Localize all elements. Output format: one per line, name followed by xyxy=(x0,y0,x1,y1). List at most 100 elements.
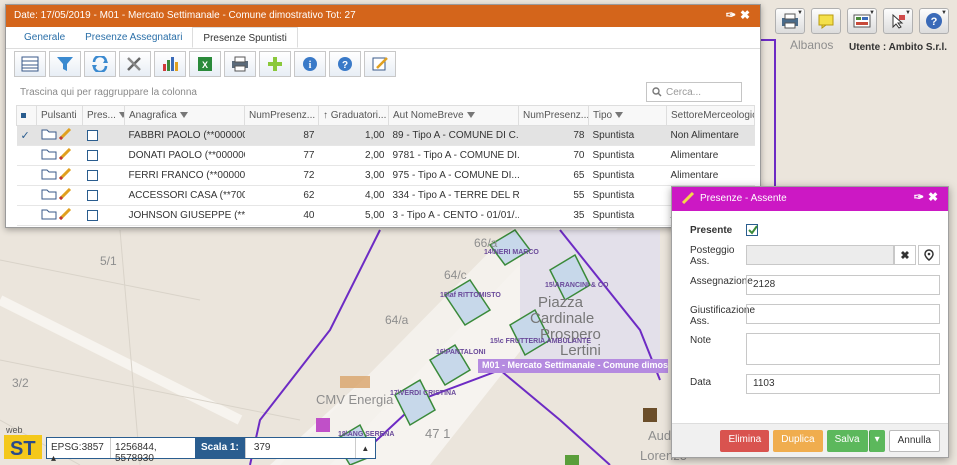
column-header[interactable]: NumPresenz... xyxy=(518,105,589,126)
pin-icon[interactable]: ✑ xyxy=(726,8,740,22)
close-icon[interactable]: ✖ xyxy=(928,190,942,204)
posteggio-label: Posteggio Ass. xyxy=(690,245,735,267)
print-icon[interactable] xyxy=(224,51,256,77)
select-all-header[interactable] xyxy=(16,105,37,126)
table-row[interactable]: FERRI FRANCO (**0000000...723,00975 - Ti… xyxy=(16,165,755,186)
group-hint: Trascina qui per raggruppare la colonna xyxy=(20,86,197,98)
column-header[interactable]: SettoreMerceologico xyxy=(666,105,755,126)
presente-checkbox[interactable] xyxy=(86,209,98,221)
svg-text:i: i xyxy=(309,60,312,71)
assegnazione-field[interactable]: 2128 xyxy=(746,275,940,295)
filter-icon[interactable] xyxy=(49,51,81,77)
tab-presenze-assegnatari[interactable]: Presenze Assegnatari xyxy=(75,27,192,48)
pointer-tool-icon[interactable]: ▼ xyxy=(883,8,913,34)
table-row[interactable]: JOHNSON GIUSEPPE (**000...405,003 - Tipo… xyxy=(16,205,755,226)
num-presenze-2-cell: 78 xyxy=(518,125,589,146)
place-label: 64/a xyxy=(385,313,409,327)
stall-label[interactable]: 17\VERDI CRISTINA xyxy=(390,390,456,397)
tipo-cell: Spuntista xyxy=(588,125,667,146)
dialog-titlebar[interactable]: Presenze - Assente ✑✖ xyxy=(672,187,948,211)
grid-view-icon[interactable] xyxy=(14,51,46,77)
layers-icon[interactable]: ▼ xyxy=(847,8,877,34)
aut-nomebreve-cell: 9781 - Tipo A - COMUNE DI... xyxy=(388,145,519,166)
help-icon[interactable]: ? ▼ xyxy=(919,8,949,34)
num-presenze-2-cell: 35 xyxy=(518,205,589,226)
column-header[interactable]: NumPresenz... xyxy=(244,105,319,126)
stall-label[interactable]: 15\c FRUTTERIA AMBULANTE xyxy=(490,338,591,345)
edit-pencil-icon[interactable] xyxy=(57,167,73,183)
filter-icon[interactable] xyxy=(615,112,624,119)
column-header[interactable]: Pres... xyxy=(82,105,125,126)
note-label: Note xyxy=(690,335,712,346)
info-icon[interactable]: i xyxy=(294,51,326,77)
folder-icon[interactable] xyxy=(41,189,57,203)
settore-cell: Alimentare xyxy=(666,165,755,186)
filter-icon[interactable] xyxy=(179,112,188,119)
folder-icon[interactable] xyxy=(41,169,57,183)
table-row[interactable]: ✓ FABBRI PAOLO (**00000002...871,0089 - T… xyxy=(16,125,755,146)
presente-checkbox[interactable] xyxy=(86,129,98,141)
print-icon[interactable]: ▼ xyxy=(775,8,805,34)
edit-pencil-icon[interactable] xyxy=(57,147,73,163)
folder-icon[interactable] xyxy=(41,149,57,163)
location-pin-icon[interactable] xyxy=(918,245,940,265)
search-input[interactable]: Cerca... xyxy=(646,82,742,102)
tools-icon[interactable] xyxy=(119,51,151,77)
note-textarea[interactable] xyxy=(746,333,940,365)
annulla-button[interactable]: Annulla xyxy=(888,429,940,452)
table-row[interactable]: ACCESSORI CASA (**700000...624,00334 - T… xyxy=(16,185,755,206)
add-icon[interactable] xyxy=(259,51,291,77)
column-header[interactable]: Anagrafica xyxy=(124,105,245,126)
posteggio-field[interactable] xyxy=(746,245,894,265)
column-header[interactable]: ↑ Graduatori... xyxy=(318,105,389,126)
salva-button[interactable]: Salva xyxy=(826,429,868,452)
note-icon[interactable] xyxy=(811,8,841,34)
salva-dropdown-icon[interactable]: ▾ xyxy=(868,429,885,452)
folder-icon[interactable] xyxy=(41,129,57,143)
market-label[interactable]: M01 - Mercato Settimanale - Comune dimos… xyxy=(478,359,668,373)
stall-label[interactable]: 14\NERI MARCO xyxy=(484,249,539,256)
anagrafica-cell: FABBRI PAOLO (**00000002... xyxy=(124,125,245,146)
presente-checkbox[interactable] xyxy=(86,149,98,161)
place-label: Albanos xyxy=(790,38,834,52)
stall-label[interactable]: 16\PANTALONI xyxy=(436,349,486,356)
excel-export-icon[interactable]: X xyxy=(189,51,221,77)
group-by-area[interactable]: Trascina qui per raggruppare la colonna … xyxy=(6,79,760,105)
help-icon[interactable]: ? xyxy=(329,51,361,77)
table-row[interactable]: DONATI PAOLO (**0000000...772,009781 - T… xyxy=(16,145,755,166)
presente-checkbox[interactable] xyxy=(86,169,98,181)
edit-pencil-icon[interactable] xyxy=(57,187,73,203)
duplica-button[interactable]: Duplica xyxy=(773,429,823,452)
column-header[interactable]: Pulsanti xyxy=(36,105,83,126)
epsg-select[interactable]: EPSG:3857 ▴ xyxy=(47,438,111,464)
edit-pencil-icon[interactable] xyxy=(57,127,73,143)
column-header[interactable]: Tipo xyxy=(588,105,667,126)
stall-label[interactable]: 15\ARANCINI & CO xyxy=(545,282,608,289)
tab-presenze-spuntisti[interactable]: Presenze Spuntisti xyxy=(192,27,298,48)
edit-icon[interactable] xyxy=(364,51,396,77)
presente-cell xyxy=(82,165,125,186)
num-presenze-2-cell: 55 xyxy=(518,185,589,206)
giustificazione-field[interactable] xyxy=(746,304,940,324)
scale-dropdown-icon[interactable]: ▲ xyxy=(354,438,375,458)
tab-generale[interactable]: Generale xyxy=(14,27,75,48)
presente-checkbox[interactable] xyxy=(746,224,758,236)
elimina-button[interactable]: Elimina xyxy=(720,429,770,452)
presente-checkbox[interactable] xyxy=(86,189,98,201)
filter-icon[interactable] xyxy=(466,112,475,119)
clear-icon[interactable]: ✖ xyxy=(894,245,916,265)
stall-label[interactable]: 15\af RITTOMISTO xyxy=(440,292,501,299)
refresh-icon[interactable] xyxy=(84,51,116,77)
filter-icon[interactable] xyxy=(118,112,124,119)
pin-icon[interactable]: ✑ xyxy=(914,190,928,204)
chart-icon[interactable] xyxy=(154,51,186,77)
close-icon[interactable]: ✖ xyxy=(740,8,754,22)
edit-pencil-icon[interactable] xyxy=(57,207,73,223)
window-titlebar[interactable]: Date: 17/05/2019 - M01 - Mercato Settima… xyxy=(6,5,760,27)
giustificazione-label: Giustificazione Ass. xyxy=(690,305,756,327)
folder-icon[interactable] xyxy=(41,209,57,223)
column-header[interactable]: Aut NomeBreve xyxy=(388,105,519,126)
scale-input[interactable]: 379 xyxy=(244,438,355,458)
data-field[interactable]: 1103 xyxy=(746,374,940,394)
presente-cell xyxy=(82,205,125,226)
